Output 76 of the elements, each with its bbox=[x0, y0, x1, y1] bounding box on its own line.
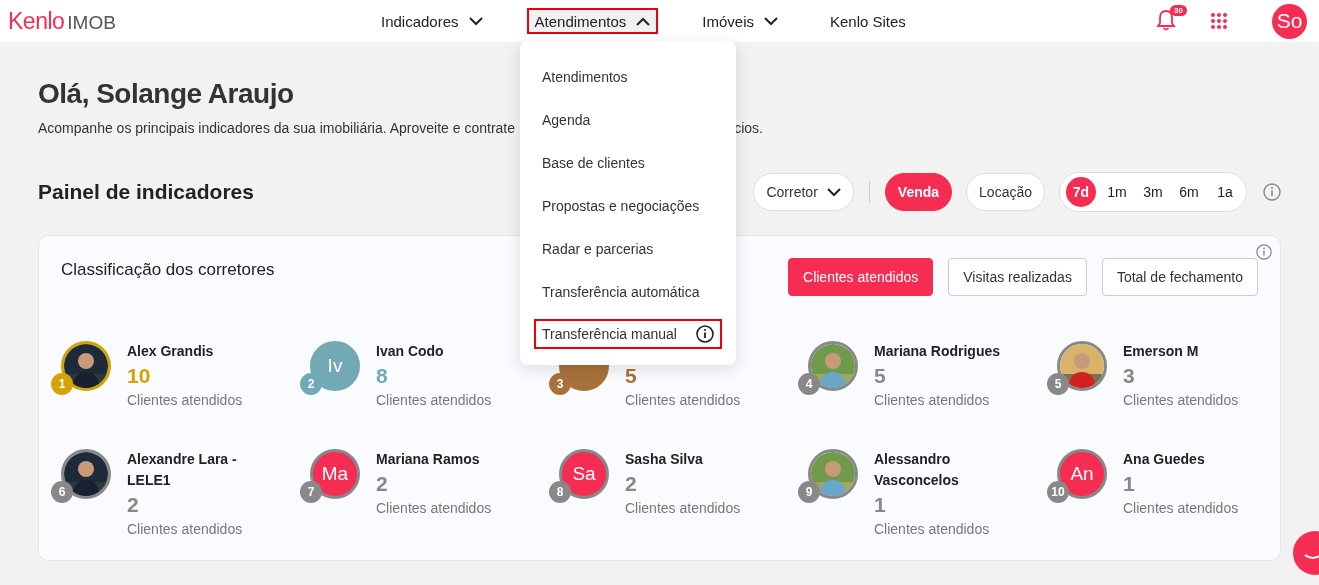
broker-caption: Clientes atendidos bbox=[1123, 391, 1239, 410]
broker-count: 1 bbox=[874, 492, 887, 518]
menu-item[interactable]: Atendimentos bbox=[534, 57, 722, 96]
metric-tab[interactable]: Visitas realizadas bbox=[948, 258, 1087, 296]
broker-name: Emerson M bbox=[1123, 342, 1200, 361]
rank-badge: 2 bbox=[300, 373, 322, 395]
period-option[interactable]: 6m bbox=[1174, 177, 1204, 207]
period-option[interactable]: 1a bbox=[1210, 177, 1240, 207]
notification-count: 30 bbox=[1170, 5, 1187, 16]
period-option[interactable]: 3m bbox=[1138, 177, 1168, 207]
rank-badge: 1 bbox=[51, 373, 73, 395]
user-avatar[interactable]: So bbox=[1272, 3, 1307, 39]
caret-icon bbox=[636, 16, 651, 26]
notification-bell-icon[interactable] bbox=[1156, 9, 1176, 31]
broker-caption: Clientes atendidos bbox=[127, 520, 244, 539]
rank-badge: 4 bbox=[798, 373, 820, 395]
rank-badge: 3 bbox=[549, 373, 571, 395]
broker-name: Ivan Codo bbox=[376, 342, 445, 361]
broker-name: Alessandro Vasconcelos bbox=[874, 450, 960, 490]
nav-menu-button[interactable]: Imóveis bbox=[694, 8, 786, 34]
menu-item[interactable]: Agenda bbox=[534, 100, 722, 139]
broker-name: Mariana Rodrigues bbox=[874, 342, 1001, 361]
broker-count: 2 bbox=[376, 471, 389, 497]
broker-caption: Clientes atendidos bbox=[625, 499, 741, 518]
rank-badge: 6 bbox=[51, 481, 73, 503]
menu-item[interactable]: Transferência automática bbox=[534, 272, 722, 311]
broker-caption: Clientes atendidos bbox=[1123, 499, 1239, 518]
logo-brand[interactable]: Kenlo bbox=[8, 7, 65, 35]
broker-count: 10 bbox=[127, 363, 152, 389]
toggle-button[interactable]: Locação bbox=[966, 173, 1045, 211]
broker-name: Alex Grandis bbox=[127, 342, 215, 361]
broker-caption: Clientes atendidos bbox=[376, 391, 492, 410]
metric-tab[interactable]: Total de fechamento bbox=[1101, 258, 1258, 296]
caret-icon bbox=[468, 16, 483, 26]
nav-menu-button[interactable]: Atendimentos bbox=[526, 8, 659, 34]
broker-name: Alexandre Lara - LELE1 bbox=[127, 450, 238, 490]
broker-count: 5 bbox=[625, 363, 638, 389]
broker-count: 1 bbox=[1123, 471, 1136, 497]
filter-dropdown[interactable]: Corretor bbox=[753, 173, 854, 211]
menu-item[interactable]: Radar e parcerias bbox=[534, 229, 722, 268]
menu-item[interactable]: Propostas e negociações bbox=[534, 186, 722, 225]
rank-badge: 8 bbox=[549, 481, 571, 503]
greeting-title: Olá, Solange Araujo bbox=[38, 78, 294, 110]
card-title: Classificação dos corretores bbox=[61, 260, 275, 280]
broker-count: 5 bbox=[874, 363, 887, 389]
broker-caption: Clientes atendidos bbox=[874, 520, 991, 539]
rank-badge: 9 bbox=[798, 481, 820, 503]
broker-caption: Clientes atendidos bbox=[874, 391, 991, 410]
caret-icon bbox=[826, 187, 841, 197]
period-option[interactable]: 1m bbox=[1102, 177, 1132, 207]
toggle-button[interactable]: Venda bbox=[884, 173, 953, 211]
broker-count: 8 bbox=[376, 363, 389, 389]
broker-caption: Clientes atendidos bbox=[127, 391, 243, 410]
rank-badge: 5 bbox=[1047, 373, 1069, 395]
nav-link[interactable]: Kenlo Sites bbox=[822, 8, 914, 34]
logo-product: IMOB bbox=[67, 11, 116, 34]
caret-icon bbox=[764, 16, 778, 26]
info-icon[interactable] bbox=[696, 325, 714, 343]
broker-caption: Clientes atendidos bbox=[625, 391, 741, 410]
broker-name: Mariana Ramos bbox=[376, 450, 481, 469]
subtitle-text: Acompanhe os principais indicadores da sua imobiliária. Aproveite e contrate bbox=[38, 120, 516, 136]
menu-item[interactable]: Transferência manual bbox=[534, 319, 722, 349]
broker-caption: Clientes atendidos bbox=[376, 499, 492, 518]
broker-name: Sasha Silva bbox=[625, 450, 704, 469]
broker-count: 3 bbox=[1123, 363, 1136, 389]
section-title: Painel de indicadores bbox=[38, 180, 254, 204]
rank-badge: 10 bbox=[1047, 481, 1069, 503]
rank-badge: 7 bbox=[300, 481, 322, 503]
apps-grid-icon[interactable] bbox=[1210, 12, 1228, 30]
nav-menu-button[interactable]: Indicadores bbox=[373, 8, 491, 34]
metric-tab[interactable]: Clientes atendidos bbox=[788, 258, 934, 296]
menu-item[interactable]: Base de clientes bbox=[534, 143, 722, 182]
period-option[interactable]: 7d bbox=[1066, 177, 1096, 207]
broker-name: Ana Guedes bbox=[1123, 450, 1206, 469]
broker-count: 2 bbox=[127, 492, 140, 518]
broker-count: 2 bbox=[625, 471, 638, 497]
